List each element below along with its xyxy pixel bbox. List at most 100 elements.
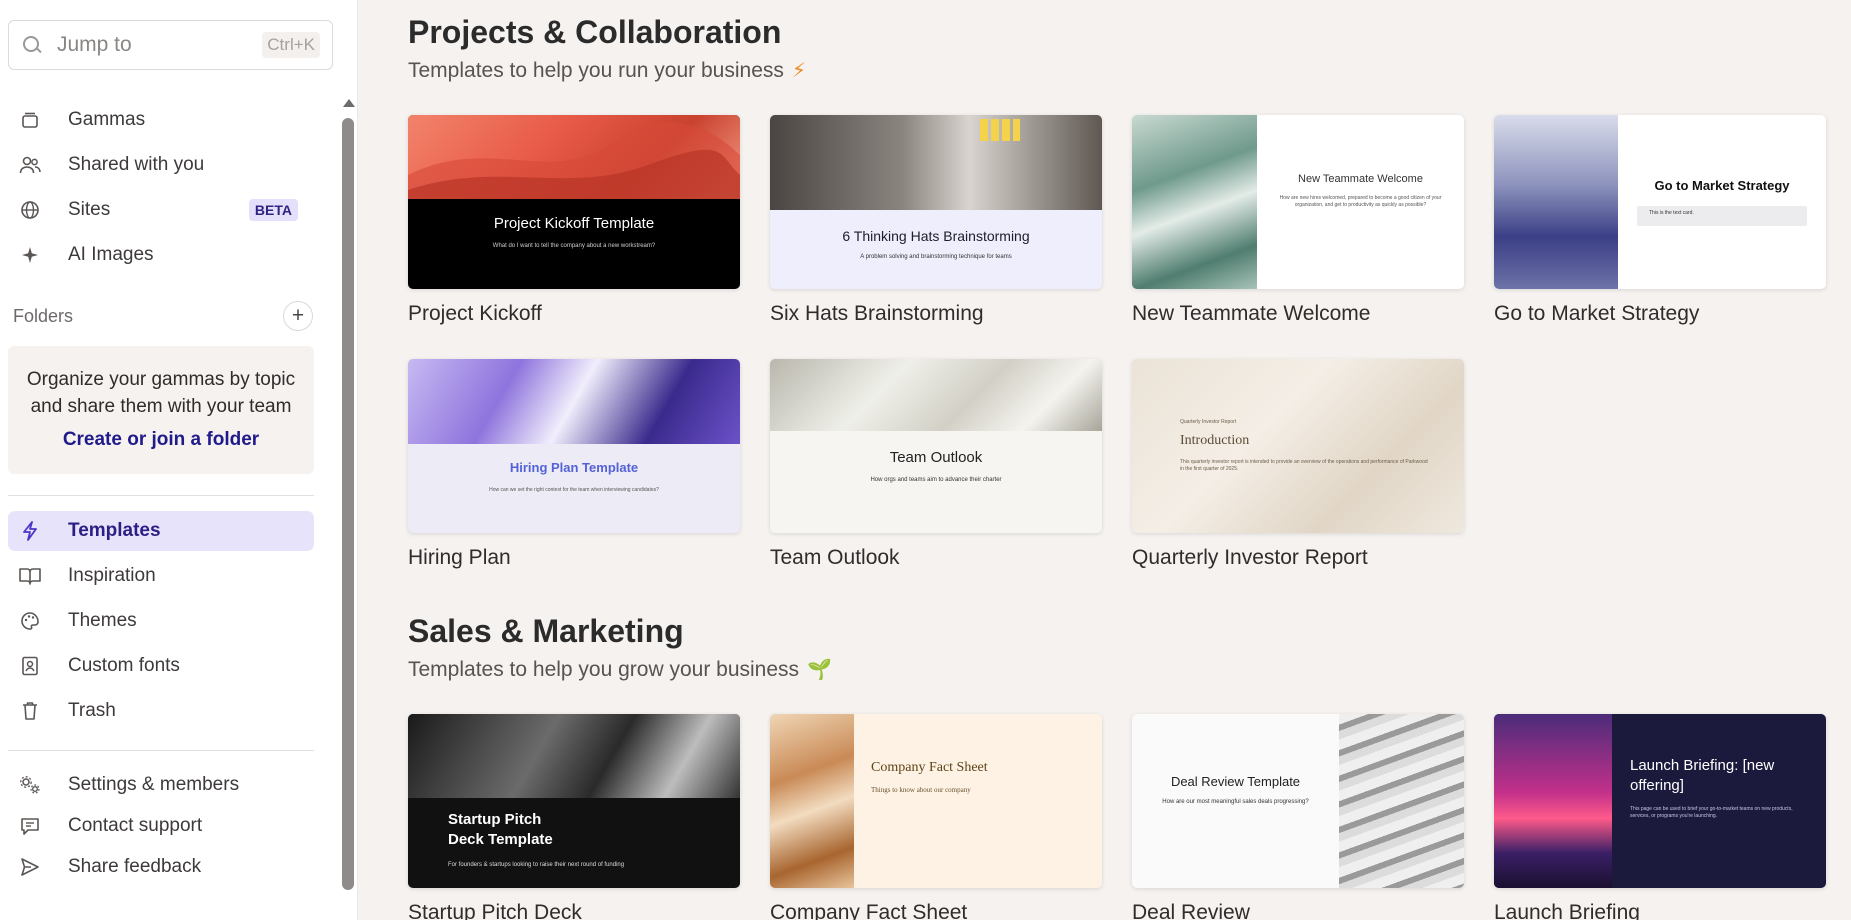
template-thumbnail: Startup Pitch Deck Template For founders… <box>408 714 740 888</box>
thumb-subtitle: How are new hires welcomed, prepared to … <box>1279 195 1442 208</box>
sidebar-item-label: Inspiration <box>68 565 156 586</box>
section-subtitle-text: Templates to help you run your business <box>408 59 784 82</box>
thumb-title: Hiring Plan Template <box>509 460 639 475</box>
thumb-subtitle: For founders & startups looking to raise… <box>448 862 625 868</box>
scroll-up-arrow[interactable] <box>343 99 355 107</box>
folders-heading: Folders <box>13 306 74 326</box>
seedling-emoji-icon: 🌱 <box>807 659 832 681</box>
shortcut-hint: Ctrl+K <box>262 32 320 58</box>
search-input[interactable]: Jump to Ctrl+K <box>8 20 333 70</box>
thumb-subtitle: How orgs and teams aim to advance their … <box>870 477 1002 483</box>
sidebar-item-trash[interactable]: Trash <box>8 691 314 731</box>
template-card-hiring-plan[interactable]: Hiring Plan Template How can we set the … <box>408 359 740 570</box>
util-label: Contact support <box>68 815 203 836</box>
sidebar-item-themes[interactable]: Themes <box>8 601 314 641</box>
gears-icon <box>18 773 42 797</box>
thumb-subtitle: Things to know about our company <box>871 786 971 794</box>
sidebar-divider <box>8 495 314 496</box>
section-subtitle: Templates to help you run your business ⚡ <box>408 58 806 83</box>
sidebar-item-label: Templates <box>68 520 161 541</box>
trash-icon <box>18 699 42 723</box>
sidebar-item-label: Shared with you <box>68 154 205 175</box>
thumb-title: Introduction <box>1180 433 1250 448</box>
section-title: Projects & Collaboration <box>408 14 782 50</box>
sidebar-item-label: Sites <box>68 199 111 220</box>
template-thumbnail: Deal Review Template How are our most me… <box>1132 714 1464 888</box>
sidebar-item-inspiration[interactable]: Inspiration <box>8 556 314 596</box>
sidebar-item-label: Themes <box>68 610 137 631</box>
palette-icon <box>18 609 42 633</box>
sidebar-item-label: Gammas <box>68 109 146 130</box>
template-card-company-fact-sheet[interactable]: Company Fact Sheet Things to know about … <box>770 714 1102 920</box>
add-folder-button[interactable]: + <box>283 301 313 331</box>
sidebar: Jump to Ctrl+K Gammas Shared with you Si… <box>0 0 358 920</box>
section-title: Sales & Marketing <box>408 613 684 649</box>
section-subtitle-text: Templates to help you grow your business <box>408 658 800 681</box>
template-card-six-hats[interactable]: 6 Thinking Hats Brainstorming A problem … <box>770 115 1102 326</box>
template-thumbnail: Quarterly Investor Report Introduction T… <box>1132 359 1464 533</box>
template-card-startup-pitch-deck[interactable]: Startup Pitch Deck Template For founders… <box>408 714 740 920</box>
thumb-subtitle: A problem solving and brainstorming tech… <box>860 254 1012 260</box>
thumb-title: Company Fact Sheet <box>871 760 988 775</box>
thumb-title: Deal Review Template <box>1170 774 1301 789</box>
sidebar-item-sites[interactable]: Sites BETA <box>8 190 314 230</box>
template-card-go-to-market[interactable]: Go to Market Strategy This is the text c… <box>1494 115 1826 326</box>
thumb-title: Startup Pitch Deck Template <box>448 811 553 848</box>
template-name: Quarterly Investor Report <box>1132 546 1368 569</box>
create-folder-link[interactable]: Create or join a folder <box>8 429 314 451</box>
plus-icon: + <box>291 304 305 327</box>
template-card-new-teammate[interactable]: New Teammate Welcome How are new hires w… <box>1132 115 1464 326</box>
template-name: New Teammate Welcome <box>1132 302 1371 325</box>
template-thumbnail: Go to Market Strategy This is the text c… <box>1494 115 1826 289</box>
thumb-title: Team Outlook <box>889 449 983 466</box>
thumb-subtitle: How can we set the right context for the… <box>489 487 659 493</box>
chat-icon <box>18 814 42 838</box>
sidebar-scrollbar[interactable] <box>342 118 354 890</box>
share-feedback-link[interactable]: Share feedback <box>8 849 314 885</box>
thumb-subtitle: How are our most meaningful sales deals … <box>1162 799 1309 805</box>
book-icon <box>18 564 42 588</box>
thumb-title: Project Kickoff Template <box>493 215 655 232</box>
template-thumbnail: Project Kickoff Template What do I want … <box>408 115 740 289</box>
stack-icon <box>18 108 42 132</box>
template-thumbnail: New Teammate Welcome How are new hires w… <box>1132 115 1464 289</box>
folders-empty-message: Organize your gammas by topic and share … <box>26 369 296 417</box>
thumb-subtitle: What do I want to tell the company about… <box>492 243 656 249</box>
template-name: Six Hats Brainstorming <box>770 302 984 325</box>
thumb-title: Launch Briefing: [new offering] <box>1630 757 1775 794</box>
globe-icon <box>18 198 42 222</box>
font-icon <box>18 654 42 678</box>
template-name: Company Fact Sheet <box>770 901 968 920</box>
sidebar-item-shared[interactable]: Shared with you <box>8 145 314 185</box>
sidebar-item-custom-fonts[interactable]: Custom fonts <box>8 646 314 686</box>
thumb-title: Go to Market Strategy <box>1654 178 1790 193</box>
templates-main: Projects & Collaboration Templates to he… <box>360 0 1851 920</box>
template-name: Launch Briefing <box>1494 901 1640 920</box>
template-thumbnail: Launch Briefing: [new offering] This pag… <box>1494 714 1826 888</box>
template-thumbnail: Team Outlook How orgs and teams aim to a… <box>770 359 1102 533</box>
bolt-emoji-icon: ⚡ <box>791 60 806 82</box>
settings-members-link[interactable]: Settings & members <box>8 767 314 803</box>
folders-empty-state: Organize your gammas by topic and share … <box>8 346 314 474</box>
template-name: Project Kickoff <box>408 302 542 325</box>
template-name: Startup Pitch Deck <box>408 901 582 920</box>
template-thumbnail: Company Fact Sheet Things to know about … <box>770 714 1102 888</box>
sidebar-item-ai-images[interactable]: AI Images <box>8 235 314 275</box>
thumb-subtitle: This quarterly investor report is intend… <box>1180 459 1428 472</box>
template-card-project-kickoff[interactable]: Project Kickoff Template What do I want … <box>408 115 740 326</box>
contact-support-link[interactable]: Contact support <box>8 808 314 844</box>
util-label: Share feedback <box>68 856 202 877</box>
template-card-quarterly-investor-report[interactable]: Quarterly Investor Report Introduction T… <box>1132 359 1464 570</box>
template-card-launch-briefing[interactable]: Launch Briefing: [new offering] This pag… <box>1494 714 1826 920</box>
sidebar-item-templates[interactable]: Templates <box>8 511 314 551</box>
template-thumbnail: Hiring Plan Template How can we set the … <box>408 359 740 533</box>
sidebar-item-gammas[interactable]: Gammas <box>8 100 314 140</box>
users-icon <box>18 153 42 177</box>
sidebar-item-label: Trash <box>68 700 116 721</box>
template-card-team-outlook[interactable]: Team Outlook How orgs and teams aim to a… <box>770 359 1102 570</box>
template-name: Go to Market Strategy <box>1494 302 1700 325</box>
template-card-deal-review[interactable]: Deal Review Template How are our most me… <box>1132 714 1464 920</box>
sidebar-divider <box>8 750 314 751</box>
thumb-title: 6 Thinking Hats Brainstorming <box>842 228 1030 244</box>
template-name: Hiring Plan <box>408 546 511 569</box>
